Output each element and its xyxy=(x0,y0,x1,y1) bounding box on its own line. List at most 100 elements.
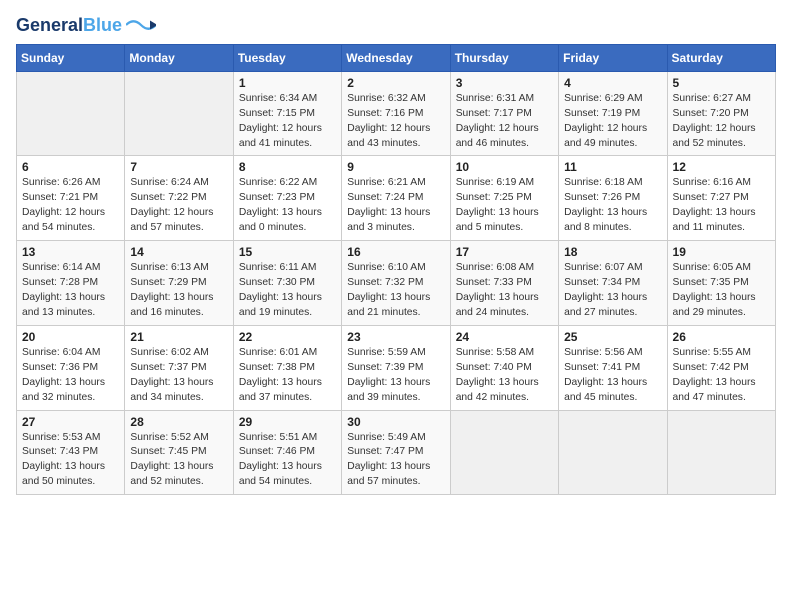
calendar-cell: 26 Sunrise: 5:55 AMSunset: 7:42 PMDayligh… xyxy=(667,325,775,410)
day-number: 13 xyxy=(22,245,119,259)
day-detail: Sunrise: 5:58 AMSunset: 7:40 PMDaylight:… xyxy=(456,346,553,406)
day-number: 12 xyxy=(673,160,770,174)
page-header: GeneralBlue xyxy=(16,16,776,36)
calendar-cell: 14 Sunrise: 6:13 AMSunset: 7:29 PMDayligh… xyxy=(125,241,233,326)
calendar-cell: 25 Sunrise: 5:56 AMSunset: 7:41 PMDayligh… xyxy=(559,325,667,410)
day-number: 16 xyxy=(347,245,444,259)
weekday-header-friday: Friday xyxy=(559,44,667,71)
day-number: 9 xyxy=(347,160,444,174)
day-detail: Sunrise: 5:49 AMSunset: 7:47 PMDaylight:… xyxy=(347,431,444,491)
calendar-cell: 2Sunrise: 6:32 AMSunset: 7:16 PMDaylight… xyxy=(342,71,450,156)
day-detail: Sunrise: 6:07 AMSunset: 7:34 PMDaylight:… xyxy=(564,261,661,321)
day-detail: Sunrise: 6:31 AMSunset: 7:17 PMDaylight:… xyxy=(456,92,553,152)
day-number: 14 xyxy=(130,245,227,259)
day-number: 28 xyxy=(130,415,227,429)
day-detail: Sunrise: 6:34 AMSunset: 7:15 PMDaylight:… xyxy=(239,92,336,152)
day-detail: Sunrise: 6:10 AMSunset: 7:32 PMDaylight:… xyxy=(347,261,444,321)
calendar-cell xyxy=(125,71,233,156)
day-number: 27 xyxy=(22,415,119,429)
calendar-cell: 7Sunrise: 6:24 AMSunset: 7:22 PMDaylight… xyxy=(125,156,233,241)
calendar-cell: 1 Sunrise: 6:34 AMSunset: 7:15 PMDaylight… xyxy=(233,71,341,156)
day-detail: Sunrise: 6:14 AMSunset: 7:28 PMDaylight:… xyxy=(22,261,119,321)
day-detail: Sunrise: 6:01 AMSunset: 7:38 PMDaylight:… xyxy=(239,346,336,406)
day-detail: Sunrise: 6:04 AMSunset: 7:36 PMDaylight:… xyxy=(22,346,119,406)
day-detail: Sunrise: 5:53 AMSunset: 7:43 PMDaylight:… xyxy=(22,431,119,491)
calendar-cell: 27 Sunrise: 5:53 AMSunset: 7:43 PMDayligh… xyxy=(17,410,125,495)
day-number: 20 xyxy=(22,330,119,344)
day-detail: Sunrise: 6:22 AMSunset: 7:23 PMDaylight:… xyxy=(239,176,336,236)
calendar-cell: 8 Sunrise: 6:22 AMSunset: 7:23 PMDaylight… xyxy=(233,156,341,241)
day-detail: Sunrise: 5:52 AMSunset: 7:45 PMDaylight:… xyxy=(130,431,227,491)
day-number: 3 xyxy=(456,76,553,90)
day-detail: Sunrise: 6:19 AMSunset: 7:25 PMDaylight:… xyxy=(456,176,553,236)
calendar-cell: 28 Sunrise: 5:52 AMSunset: 7:45 PMDayligh… xyxy=(125,410,233,495)
day-number: 26 xyxy=(673,330,770,344)
weekday-header-thursday: Thursday xyxy=(450,44,558,71)
day-detail: Sunrise: 6:05 AMSunset: 7:35 PMDaylight:… xyxy=(673,261,770,321)
day-number: 6 xyxy=(22,160,119,174)
weekday-header-monday: Monday xyxy=(125,44,233,71)
calendar-cell: 18 Sunrise: 6:07 AMSunset: 7:34 PMDayligh… xyxy=(559,241,667,326)
day-detail: Sunrise: 5:59 AMSunset: 7:39 PMDaylight:… xyxy=(347,346,444,406)
calendar-cell: 21Sunrise: 6:02 AMSunset: 7:37 PMDayligh… xyxy=(125,325,233,410)
calendar-cell: 11 Sunrise: 6:18 AMSunset: 7:26 PMDayligh… xyxy=(559,156,667,241)
calendar-week-row: 27 Sunrise: 5:53 AMSunset: 7:43 PMDayligh… xyxy=(17,410,776,495)
logo: GeneralBlue xyxy=(16,16,156,36)
day-detail: Sunrise: 6:32 AMSunset: 7:16 PMDaylight:… xyxy=(347,92,444,152)
day-number: 10 xyxy=(456,160,553,174)
day-detail: Sunrise: 5:51 AMSunset: 7:46 PMDaylight:… xyxy=(239,431,336,491)
calendar-cell: 12 Sunrise: 6:16 AMSunset: 7:27 PMDayligh… xyxy=(667,156,775,241)
calendar-cell xyxy=(667,410,775,495)
day-detail: Sunrise: 5:55 AMSunset: 7:42 PMDaylight:… xyxy=(673,346,770,406)
day-detail: Sunrise: 6:11 AMSunset: 7:30 PMDaylight:… xyxy=(239,261,336,321)
calendar-cell: 20 Sunrise: 6:04 AMSunset: 7:36 PMDayligh… xyxy=(17,325,125,410)
day-detail: Sunrise: 6:27 AMSunset: 7:20 PMDaylight:… xyxy=(673,92,770,152)
day-number: 29 xyxy=(239,415,336,429)
day-number: 8 xyxy=(239,160,336,174)
day-number: 5 xyxy=(673,76,770,90)
day-detail: Sunrise: 6:18 AMSunset: 7:26 PMDaylight:… xyxy=(564,176,661,236)
calendar-cell: 22Sunrise: 6:01 AMSunset: 7:38 PMDayligh… xyxy=(233,325,341,410)
logo-blue: Blue xyxy=(83,15,122,35)
weekday-header-saturday: Saturday xyxy=(667,44,775,71)
day-number: 15 xyxy=(239,245,336,259)
day-number: 30 xyxy=(347,415,444,429)
calendar-cell: 16 Sunrise: 6:10 AMSunset: 7:32 PMDayligh… xyxy=(342,241,450,326)
day-number: 25 xyxy=(564,330,661,344)
calendar-week-row: 1 Sunrise: 6:34 AMSunset: 7:15 PMDaylight… xyxy=(17,71,776,156)
calendar-week-row: 6Sunrise: 6:26 AMSunset: 7:21 PMDaylight… xyxy=(17,156,776,241)
calendar-cell: 13 Sunrise: 6:14 AMSunset: 7:28 PMDayligh… xyxy=(17,241,125,326)
calendar-cell: 19 Sunrise: 6:05 AMSunset: 7:35 PMDayligh… xyxy=(667,241,775,326)
calendar-cell xyxy=(559,410,667,495)
day-number: 17 xyxy=(456,245,553,259)
day-number: 18 xyxy=(564,245,661,259)
calendar-header: SundayMondayTuesdayWednesdayThursdayFrid… xyxy=(17,44,776,71)
day-number: 1 xyxy=(239,76,336,90)
calendar-cell: 23 Sunrise: 5:59 AMSunset: 7:39 PMDayligh… xyxy=(342,325,450,410)
logo-text: GeneralBlue xyxy=(16,16,122,36)
day-number: 4 xyxy=(564,76,661,90)
logo-wave-icon xyxy=(126,16,156,34)
day-number: 11 xyxy=(564,160,661,174)
calendar-cell xyxy=(17,71,125,156)
calendar-cell xyxy=(450,410,558,495)
calendar-cell: 24Sunrise: 5:58 AMSunset: 7:40 PMDayligh… xyxy=(450,325,558,410)
calendar-cell: 29 Sunrise: 5:51 AMSunset: 7:46 PMDayligh… xyxy=(233,410,341,495)
weekday-header-wednesday: Wednesday xyxy=(342,44,450,71)
day-number: 23 xyxy=(347,330,444,344)
day-number: 21 xyxy=(130,330,227,344)
calendar-cell: 9Sunrise: 6:21 AMSunset: 7:24 PMDaylight… xyxy=(342,156,450,241)
calendar-week-row: 13 Sunrise: 6:14 AMSunset: 7:28 PMDayligh… xyxy=(17,241,776,326)
day-detail: Sunrise: 6:08 AMSunset: 7:33 PMDaylight:… xyxy=(456,261,553,321)
day-detail: Sunrise: 6:24 AMSunset: 7:22 PMDaylight:… xyxy=(130,176,227,236)
calendar-week-row: 20 Sunrise: 6:04 AMSunset: 7:36 PMDayligh… xyxy=(17,325,776,410)
day-detail: Sunrise: 5:56 AMSunset: 7:41 PMDaylight:… xyxy=(564,346,661,406)
day-detail: Sunrise: 6:13 AMSunset: 7:29 PMDaylight:… xyxy=(130,261,227,321)
calendar-cell: 3 Sunrise: 6:31 AMSunset: 7:17 PMDaylight… xyxy=(450,71,558,156)
day-number: 19 xyxy=(673,245,770,259)
calendar-cell: 17 Sunrise: 6:08 AMSunset: 7:33 PMDayligh… xyxy=(450,241,558,326)
day-detail: Sunrise: 6:29 AMSunset: 7:19 PMDaylight:… xyxy=(564,92,661,152)
calendar-table: SundayMondayTuesdayWednesdayThursdayFrid… xyxy=(16,44,776,495)
calendar-cell: 5 Sunrise: 6:27 AMSunset: 7:20 PMDaylight… xyxy=(667,71,775,156)
day-detail: Sunrise: 6:16 AMSunset: 7:27 PMDaylight:… xyxy=(673,176,770,236)
